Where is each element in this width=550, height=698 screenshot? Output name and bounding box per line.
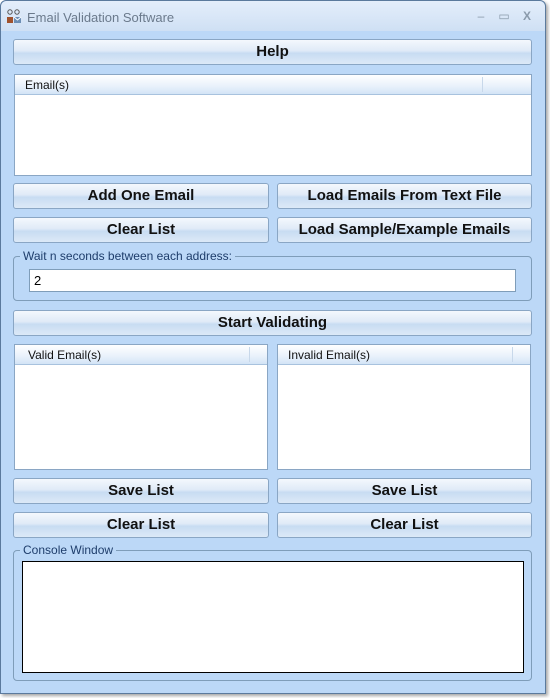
title-bar[interactable]: Email Validation Software – ▭ X: [1, 1, 545, 31]
column-separator[interactable]: [482, 77, 483, 92]
console-window-label: Console Window: [20, 543, 117, 557]
console-output[interactable]: [22, 561, 524, 673]
column-separator[interactable]: [512, 347, 513, 362]
wait-seconds-group: Wait n seconds between each address:: [13, 249, 532, 301]
invalid-email-column-header[interactable]: Invalid Email(s): [288, 348, 370, 362]
valid-emails-list-header: Valid Email(s): [15, 345, 267, 365]
valid-email-column-header[interactable]: Valid Email(s): [28, 348, 101, 362]
app-window: Email Validation Software – ▭ X Help Ema…: [0, 0, 546, 694]
email-column-header[interactable]: Email(s): [25, 78, 69, 92]
clear-invalid-list-button[interactable]: Clear List: [277, 512, 532, 538]
start-validating-button[interactable]: Start Validating: [13, 310, 532, 336]
app-envelope-icon: [7, 9, 22, 23]
clear-emails-list-button[interactable]: Clear List: [13, 217, 269, 243]
emails-list-header: Email(s): [15, 75, 531, 95]
load-emails-from-file-button[interactable]: Load Emails From Text File: [277, 183, 532, 209]
invalid-emails-list[interactable]: Invalid Email(s): [277, 344, 531, 470]
clear-valid-list-button[interactable]: Clear List: [13, 512, 269, 538]
wait-seconds-label: Wait n seconds between each address:: [20, 249, 236, 263]
close-button[interactable]: X: [517, 8, 537, 24]
add-one-email-button[interactable]: Add One Email: [13, 183, 269, 209]
column-separator[interactable]: [249, 347, 250, 362]
load-sample-emails-button[interactable]: Load Sample/Example Emails: [277, 217, 532, 243]
save-invalid-list-button[interactable]: Save List: [277, 478, 532, 504]
console-window-group: Console Window: [13, 543, 532, 681]
emails-list[interactable]: Email(s): [14, 74, 532, 176]
help-button[interactable]: Help: [13, 39, 532, 65]
maximize-button[interactable]: ▭: [494, 8, 514, 24]
minimize-button[interactable]: –: [471, 8, 491, 24]
window-title: Email Validation Software: [27, 10, 175, 25]
wait-seconds-input[interactable]: [29, 269, 516, 292]
invalid-emails-list-header: Invalid Email(s): [278, 345, 530, 365]
save-valid-list-button[interactable]: Save List: [13, 478, 269, 504]
valid-emails-list[interactable]: Valid Email(s): [14, 344, 268, 470]
